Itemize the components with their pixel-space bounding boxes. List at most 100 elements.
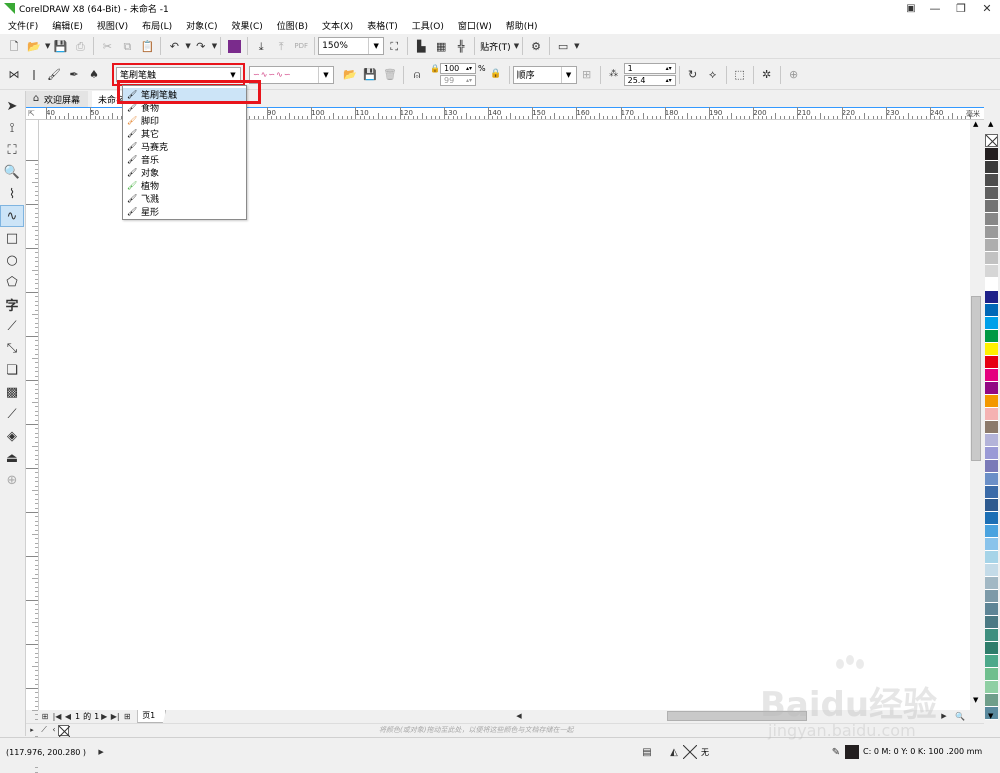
undo-dropdown-icon[interactable]: ▼ (185, 42, 190, 50)
open-folder-icon[interactable]: 📂 (25, 36, 43, 56)
cut-icon[interactable]: ✂ (98, 36, 116, 56)
color-swatch[interactable] (985, 187, 998, 200)
color-swatch[interactable] (985, 304, 998, 317)
scroll-up-icon[interactable]: ▲ (973, 120, 978, 128)
ellipse-tool-icon[interactable]: ○ (0, 249, 24, 271)
connector-tool-icon[interactable]: ⤡ (0, 337, 24, 359)
new-document-icon[interactable]: 🗋 (5, 36, 23, 56)
app-menu-icon[interactable]: ▣ (900, 1, 922, 17)
sprayer-mode-icon[interactable]: 🖌 (45, 65, 63, 85)
show-rulers-icon[interactable]: ▙ (412, 36, 430, 56)
color-swatch[interactable] (985, 629, 998, 642)
color-swatch[interactable] (985, 226, 998, 239)
save-icon[interactable]: 💾 (51, 36, 69, 56)
color-swatch[interactable] (985, 447, 998, 460)
minimize-button[interactable]: — (922, 1, 948, 17)
tab-welcome-screen[interactable]: ⌂ 欢迎屏幕 (26, 91, 89, 107)
launcher-dropdown-icon[interactable]: ▼ (574, 42, 579, 50)
spray-pattern-dropdown-icon[interactable]: ▼ (318, 66, 333, 83)
color-swatch[interactable] (985, 200, 998, 213)
color-swatch[interactable] (985, 460, 998, 473)
list-item-music[interactable]: 🖌 音乐 (123, 153, 246, 166)
offset-icon[interactable]: ⟡ (704, 65, 722, 85)
size-top-field[interactable]: 100 ▴▾ (440, 63, 476, 74)
transparency-tool-icon[interactable]: ▩ (0, 381, 24, 403)
color-swatch[interactable] (985, 382, 998, 395)
freehand-tool-icon[interactable]: ⌇ (0, 183, 24, 205)
color-swatch[interactable] (985, 603, 998, 616)
import-icon[interactable]: ⤓ (252, 36, 270, 56)
spray-order-select[interactable]: 顺序 ▼ (512, 65, 577, 84)
zoom-tool-icon[interactable]: 🔍 (0, 161, 24, 183)
expression-mode-icon[interactable]: ♠ (85, 65, 103, 85)
add-tool-icon[interactable]: ⊕ (0, 469, 24, 491)
color-swatch[interactable] (985, 642, 998, 655)
smart-fill-tool-icon[interactable]: ⏏ (0, 447, 24, 469)
application-launcher-icon[interactable]: ▭ (554, 36, 572, 56)
palette-scroll-down-icon[interactable]: ▼ (988, 712, 993, 720)
color-swatch[interactable] (985, 655, 998, 668)
menu-bitmaps[interactable]: 位图(B) (270, 17, 315, 35)
list-item-star[interactable]: 🖌 星形 (123, 205, 246, 218)
snap-to-menu[interactable]: 贴齐(T) (480, 40, 511, 53)
menu-text[interactable]: 文本(X) (315, 17, 360, 35)
color-swatch[interactable] (985, 174, 998, 187)
show-grid-icon[interactable]: ▦ (432, 36, 450, 56)
spray-object-size-icon[interactable]: ⍝ (408, 65, 426, 85)
polygon-tool-icon[interactable]: ⬠ (0, 271, 24, 293)
color-swatch[interactable] (985, 590, 998, 603)
color-swatch[interactable] (985, 434, 998, 447)
parallel-dimension-tool-icon[interactable]: ⟋ (0, 315, 24, 337)
list-item-footprint[interactable]: 🖌 脚印 (123, 114, 246, 127)
dabs-count-field[interactable]: 1 ▴▾ (623, 63, 676, 74)
page-tab[interactable]: 页1 (137, 710, 167, 723)
color-swatch[interactable] (985, 213, 998, 226)
color-swatch[interactable] (985, 668, 998, 681)
crop-tool-icon[interactable]: ⛶ (0, 139, 24, 161)
menu-table[interactable]: 表格(T) (360, 17, 405, 35)
color-swatch[interactable] (985, 551, 998, 564)
close-button[interactable]: ✕ (974, 1, 1000, 17)
list-item-plant[interactable]: 🖌 植物 (123, 179, 246, 192)
search-content-icon[interactable] (225, 36, 243, 56)
menu-edit[interactable]: 编辑(E) (45, 17, 90, 35)
brush-mode-icon[interactable]: ǀ (25, 65, 43, 85)
color-swatch[interactable] (985, 681, 998, 694)
color-swatch[interactable] (985, 408, 998, 421)
drop-shadow-tool-icon[interactable]: ❏ (0, 359, 24, 381)
scroll-down-icon[interactable]: ▼ (973, 696, 978, 704)
list-item-splash[interactable]: 🖌 飞溅 (123, 192, 246, 205)
export-icon[interactable]: ⤒ (272, 36, 290, 56)
save-artistic-media-icon[interactable]: 💾 (361, 65, 379, 85)
status-arrow-icon[interactable]: ▶ (94, 744, 108, 760)
spray-pattern-select[interactable]: ∽∿∽∿∽ ▼ (249, 65, 334, 84)
open-dropdown-icon[interactable]: ▼ (45, 42, 50, 50)
vertical-scroll-thumb[interactable] (971, 296, 981, 461)
add-to-spray-list-icon[interactable]: ⊞ (578, 65, 596, 85)
menu-object[interactable]: 对象(C) (179, 17, 224, 35)
dabs-spacing-field[interactable]: 25.4 ▴▾ (623, 75, 676, 86)
color-swatch[interactable] (985, 616, 998, 629)
print-icon[interactable]: ⎙ (71, 36, 89, 56)
vertical-scrollbar[interactable]: ▲ ▼ (970, 120, 983, 710)
color-swatch[interactable] (985, 265, 998, 278)
redo-icon[interactable]: ↷ (192, 36, 210, 56)
eyedropper-small-icon[interactable]: ⟋ (38, 722, 50, 738)
color-proofing-icon[interactable]: ▤ (640, 745, 654, 761)
eyedropper-tool-icon[interactable]: ⟋ (0, 403, 24, 425)
color-swatch[interactable] (985, 343, 998, 356)
palette-nav-left-icon[interactable]: ‹ (50, 722, 58, 738)
spray-order-dropdown-icon[interactable]: ▼ (560, 66, 576, 83)
color-swatch[interactable] (985, 278, 998, 291)
list-item-other[interactable]: 🖌 其它 (123, 127, 246, 140)
browse-folder-icon[interactable]: 📂 (341, 65, 359, 85)
artistic-media-tool-icon[interactable]: ∿ (0, 205, 24, 227)
outline-pen-icon[interactable]: ✎ (830, 745, 842, 761)
full-screen-preview-icon[interactable]: ⛶ (385, 36, 403, 56)
preset-artistic-media-icon[interactable]: ⋈ (5, 65, 23, 85)
color-swatch[interactable] (985, 694, 998, 707)
options-gear-icon[interactable]: ⚙ (527, 36, 545, 56)
zoom-level-field[interactable]: 150% ▼ (318, 37, 385, 55)
color-swatch[interactable] (985, 369, 998, 382)
color-swatch[interactable] (985, 512, 998, 525)
